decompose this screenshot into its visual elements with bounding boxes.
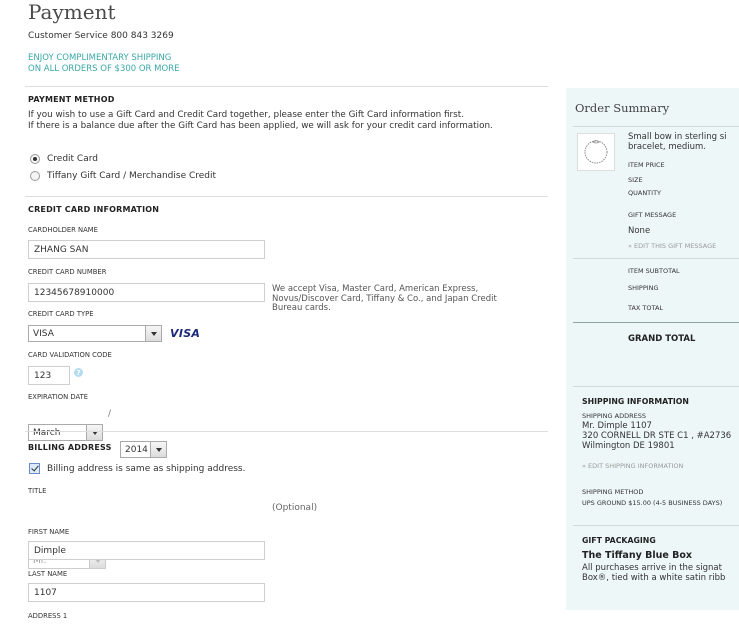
gift-message-label: GIFT MESSAGE <box>628 211 677 219</box>
shipping-method-value: UPS GROUND $15.00 (4-5 BUSINESS DAYS) <box>582 499 723 507</box>
order-summary-title: Order Summary <box>575 101 670 115</box>
bracelet-image <box>584 140 608 164</box>
cvc-input[interactable] <box>28 366 70 385</box>
edit-gift-message-link[interactable]: » EDIT THIS GIFT MESSAGE <box>628 242 716 250</box>
shipping-method-label: SHIPPING METHOD <box>582 488 644 496</box>
divider <box>573 126 739 127</box>
customer-service-phone: Customer Service 800 843 3269 <box>28 31 174 41</box>
promo-line-2: ON ALL ORDERS OF $300 OR MORE <box>28 64 180 74</box>
shipping-info-heading: SHIPPING INFORMATION <box>582 397 689 406</box>
last-name-input[interactable] <box>28 583 265 602</box>
grand-total-label: GRAND TOTAL <box>628 334 696 344</box>
promo-line-1: ENJOY COMPLIMENTARY SHIPPING <box>28 53 172 63</box>
expiration-month-select[interactable]: March <box>28 424 103 441</box>
quantity-label: QUANTITY <box>628 189 662 197</box>
divider <box>25 86 548 87</box>
chevron-down-icon[interactable] <box>150 442 166 457</box>
expiration-year-select[interactable]: 2014 <box>120 441 167 458</box>
cardholder-name-label: CARDHOLDER NAME <box>28 226 98 234</box>
card-type-value: VISA <box>33 328 54 339</box>
gift-packaging-title: The Tiffany Blue Box <box>582 550 693 561</box>
item-subtotal-label: ITEM SUBTOTAL <box>628 267 680 275</box>
info-icon[interactable]: ? <box>74 368 83 377</box>
shipping-name: Mr. Dimple 1107 <box>582 421 652 431</box>
expiration-label: EXPIRATION DATE <box>28 393 89 401</box>
product-name-line-1: Small bow in sterling si <box>628 132 727 142</box>
gift-packaging-line-2: Box®, tied with a white satin ribb <box>582 573 726 583</box>
order-summary-panel: Order Summary Small bow in sterling si b… <box>566 88 739 610</box>
payment-note-line-2: If there is a balance due after the Gift… <box>28 121 493 131</box>
gift-message-value: None <box>628 226 651 236</box>
credit-card-heading: CREDIT CARD INFORMATION <box>28 205 160 214</box>
accepted-cards-note: We accept Visa, Master Card, American Ex… <box>272 284 547 314</box>
visa-logo: VISA <box>170 327 201 340</box>
tax-total-label: TAX TOTAL <box>628 304 664 312</box>
last-name-label: LAST NAME <box>28 570 68 578</box>
size-label: SIZE <box>628 176 643 184</box>
first-name-label: FIRST NAME <box>28 528 70 536</box>
payment-method-note: If you wish to use a Gift Card and Credi… <box>28 110 558 132</box>
card-type-label: CREDIT CARD TYPE <box>28 310 94 318</box>
radio-gift-card[interactable]: Tiffany Gift Card / Merchandise Credit <box>30 171 216 181</box>
page-title: Payment <box>28 0 116 24</box>
chevron-down-icon[interactable] <box>86 425 102 440</box>
shipping-label: SHIPPING <box>628 284 659 292</box>
gift-packaging-line-1: All purchases arrive in the signat <box>582 563 722 573</box>
shipping-street: 320 CORNELL DR STE C1 , #A2736 <box>582 431 732 441</box>
same-as-shipping-label: Billing address is same as shipping addr… <box>47 463 246 474</box>
shipping-address-label: SHIPPING ADDRESS <box>582 412 646 420</box>
gift-packaging-heading: GIFT PACKAGING <box>582 536 656 545</box>
divider <box>573 525 739 526</box>
product-name-line-2: bracelet, medium. <box>628 142 706 152</box>
radio-button[interactable] <box>30 154 40 164</box>
divider <box>25 431 548 432</box>
product-name: Small bow in sterling si bracelet, mediu… <box>628 132 727 152</box>
payment-note-line-1: If you wish to use a Gift Card and Credi… <box>28 110 464 120</box>
divider <box>573 258 739 259</box>
shipping-address: Mr. Dimple 1107 320 CORNELL DR STE C1 , … <box>582 421 731 451</box>
card-type-select[interactable]: VISA <box>28 325 162 342</box>
card-number-label: CREDIT CARD NUMBER <box>28 268 107 276</box>
cvc-label: CARD VALIDATION CODE <box>28 351 112 359</box>
divider <box>573 322 739 323</box>
radio-label: Tiffany Gift Card / Merchandise Credit <box>47 171 217 181</box>
optional-note: (Optional) <box>272 503 318 513</box>
product-thumbnail[interactable] <box>577 133 615 171</box>
same-as-shipping-checkbox[interactable] <box>29 463 40 474</box>
expiration-year-value: 2014 <box>125 444 148 455</box>
payment-method-heading: PAYMENT METHOD <box>28 95 115 104</box>
accepted-cards-line-3: Bureau cards. <box>272 303 331 313</box>
address1-label: ADDRESS 1 <box>28 612 68 620</box>
expiration-month-value: March <box>33 427 61 438</box>
radio-label: Credit Card <box>47 154 98 164</box>
gift-packaging-description: All purchases arrive in the signat Box®,… <box>582 563 725 583</box>
card-number-input[interactable] <box>28 283 265 302</box>
same-as-shipping-checkbox-row[interactable]: Billing address is same as shipping addr… <box>29 463 245 474</box>
chevron-down-icon[interactable] <box>145 326 161 341</box>
shipping-promo: ENJOY COMPLIMENTARY SHIPPING ON ALL ORDE… <box>28 53 228 75</box>
expiration-separator: / <box>108 409 112 419</box>
divider <box>573 386 739 387</box>
item-price-label: ITEM PRICE <box>628 161 665 169</box>
edit-shipping-link[interactable]: » EDIT SHIPPING INFORMATION <box>582 462 683 470</box>
shipping-city: Wilmington DE 19801 <box>582 441 675 451</box>
first-name-input[interactable] <box>28 541 265 560</box>
billing-address-heading: BILLING ADDRESS <box>28 443 112 452</box>
cardholder-name-input[interactable] <box>28 240 265 259</box>
radio-credit-card[interactable]: Credit Card <box>30 154 98 164</box>
title-label: TITLE <box>28 487 47 495</box>
divider <box>25 196 548 197</box>
radio-button[interactable] <box>30 171 40 181</box>
